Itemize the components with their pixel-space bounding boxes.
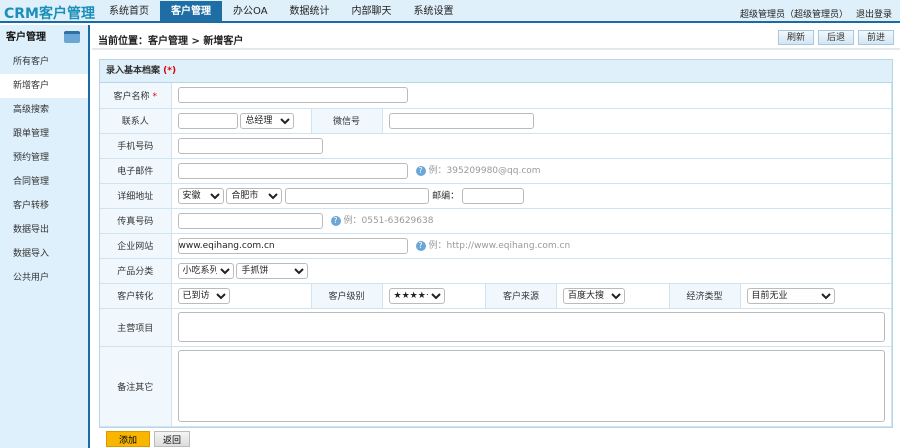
source-select[interactable]: 百度大搜: [563, 287, 625, 304]
label-business: 主营项目: [100, 308, 172, 347]
help-icon: ?: [330, 216, 341, 226]
economy-select[interactable]: 目前无业: [746, 287, 835, 304]
user-name[interactable]: 超级管理员（超级管理员）: [740, 10, 848, 20]
card-icon: [64, 31, 80, 43]
nav-settings[interactable]: 系统设置: [403, 1, 465, 22]
breadcrumb-bar: 当前位置：客户管理 > 新增客户 刷新 后退 前进: [92, 25, 900, 50]
label-address: 详细地址: [100, 183, 172, 209]
label-name: 客户名称 *: [100, 83, 172, 109]
required-star: *: [152, 91, 157, 102]
label-conversion: 客户转化: [100, 283, 172, 309]
sidebar-title: 客户管理: [6, 32, 46, 43]
remark-textarea[interactable]: [177, 350, 885, 422]
required-note: (*): [163, 66, 177, 76]
sidebar-header: 客户管理: [0, 25, 88, 50]
zip-input[interactable]: [462, 187, 525, 204]
email-input[interactable]: [177, 162, 408, 179]
user-info: 超级管理员（超级管理员） 退出登录: [732, 7, 892, 20]
category-select[interactable]: 小吃系列: [177, 262, 234, 279]
conversion-select[interactable]: 已到访: [177, 287, 230, 304]
forward-button[interactable]: 前进: [857, 30, 894, 45]
sidebar-item-contract[interactable]: 合同管理: [0, 170, 88, 194]
label-fax: 传真号码: [100, 208, 172, 234]
nav-oa[interactable]: 办公OA: [222, 1, 279, 22]
label-category: 产品分类: [100, 258, 172, 284]
contact-input[interactable]: [177, 112, 238, 129]
label-economy: 经济类型: [669, 283, 741, 309]
back-button[interactable]: 后退: [817, 30, 854, 45]
label-email: 电子邮件: [100, 158, 172, 184]
return-button[interactable]: 返回: [154, 431, 191, 447]
sidebar-item-appointment[interactable]: 预约管理: [0, 146, 88, 170]
label-text: 客户名称: [113, 91, 150, 102]
nav-home[interactable]: 系统首页: [98, 1, 160, 22]
nav-customers[interactable]: 客户管理: [160, 1, 222, 22]
help-icon: ?: [415, 166, 426, 176]
refresh-button[interactable]: 刷新: [777, 30, 814, 45]
add-button[interactable]: 添加: [106, 431, 151, 447]
subcategory-select[interactable]: 手抓饼: [236, 262, 309, 279]
customer-form: 录入基本档案 (*) 客户名称 * 联系人 总经理 微信号 手机号码 电子邮件? 例…: [99, 59, 893, 428]
label-contact: 联系人: [100, 108, 172, 134]
customer-name-input[interactable]: [177, 87, 408, 104]
email-hint: 例：395209980@qq.com: [428, 166, 541, 176]
fax-input[interactable]: [177, 212, 323, 229]
app-logo: CRM客户管理: [4, 6, 95, 22]
sidebar: 客户管理 所有客户 新增客户 高级搜索 跟单管理 预约管理 合同管理 客户转移 …: [0, 25, 90, 448]
help-icon: ?: [415, 241, 426, 251]
sidebar-item-all[interactable]: 所有客户: [0, 50, 88, 74]
mobile-input[interactable]: [177, 137, 323, 154]
sidebar-item-followup[interactable]: 跟单管理: [0, 122, 88, 146]
sidebar-item-new[interactable]: 新增客户: [0, 74, 88, 98]
sidebar-item-export[interactable]: 数据导出: [0, 218, 88, 242]
city-select[interactable]: 合肥市: [226, 187, 283, 204]
main-nav: 系统首页 客户管理 办公OA 数据统计 内部聊天 系统设置: [98, 1, 465, 22]
province-select[interactable]: 安徽: [177, 187, 224, 204]
wechat-input[interactable]: [388, 112, 534, 129]
logout-link[interactable]: 退出登录: [856, 10, 892, 20]
breadcrumb: 当前位置：客户管理 > 新增客户: [98, 36, 244, 47]
business-textarea[interactable]: [177, 312, 885, 342]
sidebar-item-transfer[interactable]: 客户转移: [0, 194, 88, 218]
label-zip: 邮编：: [432, 191, 460, 201]
level-select[interactable]: ★★★★★: [388, 287, 445, 304]
label-wechat: 微信号: [311, 108, 383, 134]
website-input[interactable]: [177, 237, 408, 254]
label-level: 客户级别: [311, 283, 383, 309]
form-header: 录入基本档案 (*): [100, 60, 892, 83]
sidebar-item-search[interactable]: 高级搜索: [0, 98, 88, 122]
nav-stats[interactable]: 数据统计: [279, 1, 341, 22]
label-website: 企业网站: [100, 233, 172, 259]
website-hint: 例：http://www.eqihang.com.cn: [428, 241, 571, 251]
sidebar-item-import[interactable]: 数据导入: [0, 242, 88, 266]
fax-hint: 例：0551-63629638: [343, 216, 434, 226]
position-select[interactable]: 总经理: [240, 112, 295, 129]
label-mobile: 手机号码: [100, 133, 172, 159]
address-input[interactable]: [285, 187, 430, 204]
sidebar-item-public[interactable]: 公共用户: [0, 266, 88, 290]
label-remark: 备注其它: [100, 346, 172, 427]
top-bar: CRM客户管理 系统首页 客户管理 办公OA 数据统计 内部聊天 系统设置 超级…: [0, 0, 900, 23]
label-source: 客户来源: [485, 283, 557, 309]
nav-chat[interactable]: 内部聊天: [341, 1, 403, 22]
form-title: 录入基本档案: [106, 66, 161, 76]
